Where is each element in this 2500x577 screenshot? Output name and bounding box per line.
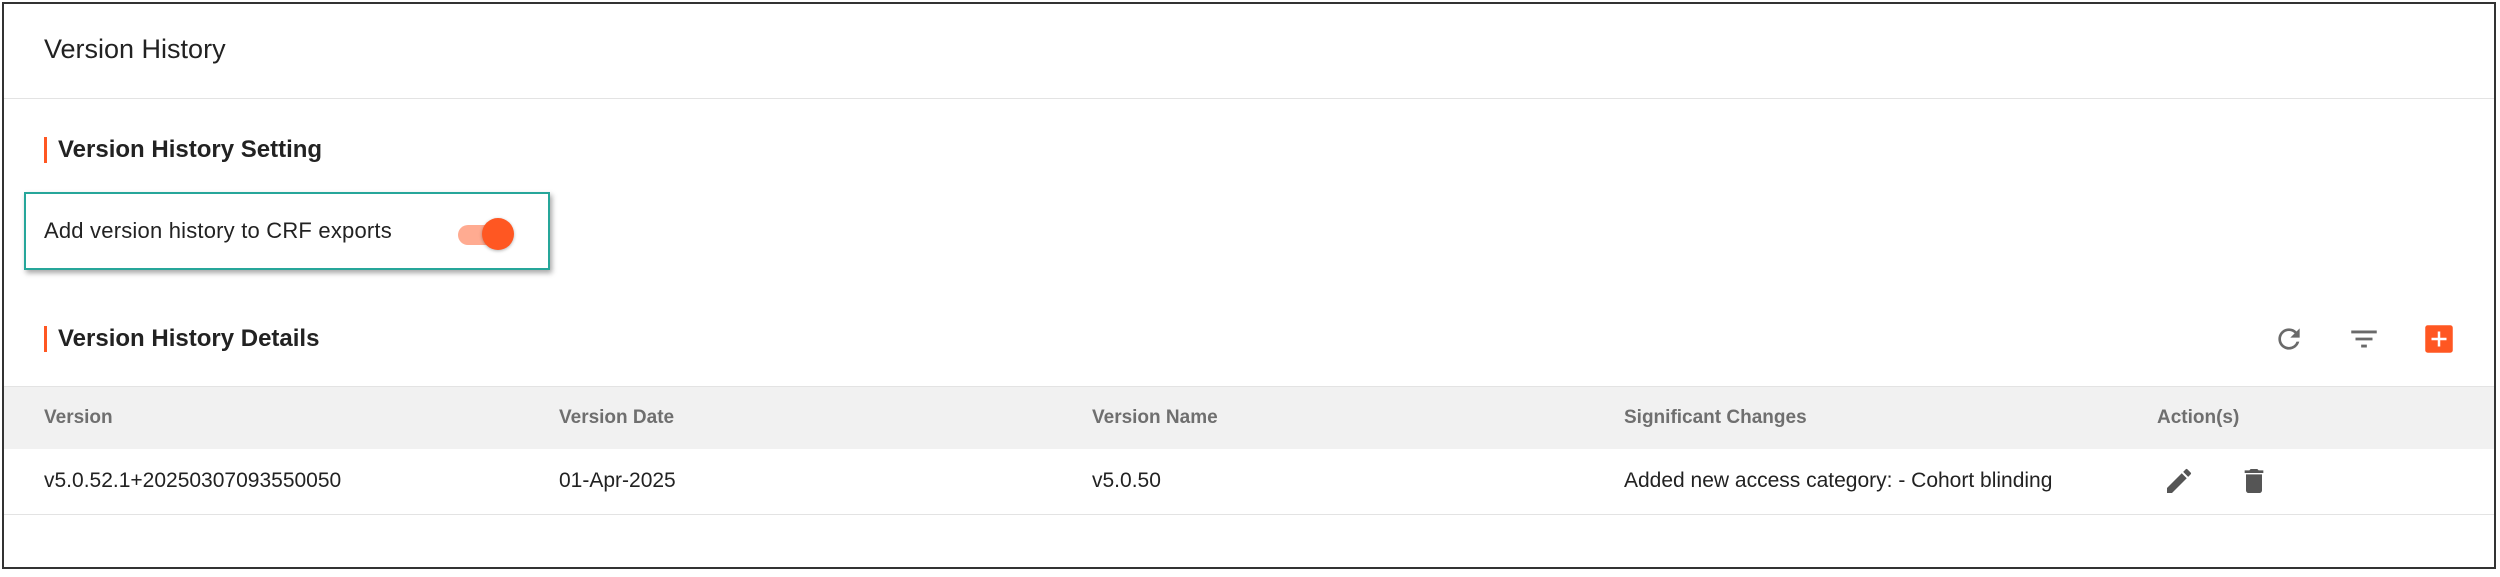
cell-version: v5.0.52.1+20250307093550050 [44,469,342,492]
page-title: Version History [44,34,226,64]
cell-significant-changes: Added new access category: - Cohort blin… [1624,469,2053,492]
toggle-thumb [482,218,514,250]
add-icon [2425,325,2453,353]
version-history-details-heading: Version History Details [44,324,319,354]
delete-icon [2244,469,2264,493]
column-header-significant-changes[interactable]: Significant Changes [1624,407,1807,429]
crf-export-toggle-label: Add version history to CRF exports [44,218,392,243]
edit-icon [2167,468,2192,493]
column-header-actions: Action(s) [2157,407,2240,428]
refresh-button[interactable] [2269,319,2309,359]
crf-export-toggle[interactable] [454,216,516,250]
delete-button[interactable] [2234,461,2274,501]
column-header-version-date[interactable]: Version Date [559,407,674,429]
table-header-row: Version Version Date Version Name Signif… [4,386,2494,450]
crf-export-setting: Add version history to CRF exports [24,192,550,270]
column-header-version-name[interactable]: Version Name [1092,407,1218,429]
version-history-setting-heading: Version History Setting [44,135,322,165]
table-row: v5.0.52.1+20250307093550050 01-Apr-2025 … [4,449,2494,515]
page-header: Version History [4,4,2494,99]
edit-button[interactable] [2159,461,2199,501]
version-history-panel: Version History Version History Setting … [2,2,2496,569]
add-button[interactable] [2419,319,2459,359]
refresh-icon [2278,328,2300,350]
filter-icon [2351,330,2377,348]
filter-button[interactable] [2344,319,2384,359]
column-header-version[interactable]: Version [44,407,113,429]
cell-version-name: v5.0.50 [1092,469,1161,492]
cell-version-date: 01-Apr-2025 [559,469,676,492]
